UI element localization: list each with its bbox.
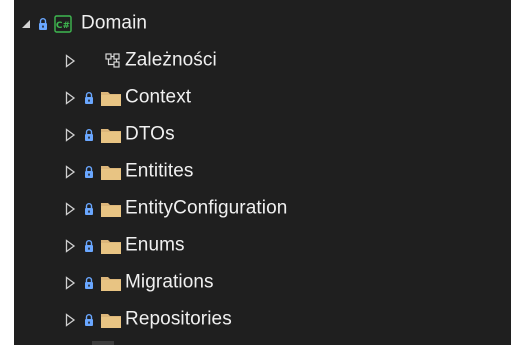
folder-name: Entitites bbox=[125, 160, 194, 182]
folder-icon bbox=[101, 165, 121, 180]
folder-name: EntityConfiguration bbox=[125, 197, 288, 219]
tree-item-folder[interactable]: Repositories bbox=[14, 301, 511, 338]
solution-explorer-screenshot: C# Domain Zależności Context DTOs Entiti… bbox=[0, 0, 511, 354]
folder-name: Enums bbox=[125, 234, 185, 256]
lock-icon bbox=[85, 165, 93, 178]
solution-explorer-tree: C# Domain Zależności Context DTOs Entiti… bbox=[14, 0, 511, 345]
expand-right-icon[interactable] bbox=[64, 164, 76, 179]
folder-icon bbox=[101, 313, 121, 328]
folder-icon bbox=[101, 276, 121, 291]
expand-right-icon[interactable] bbox=[64, 201, 76, 216]
lock-icon bbox=[85, 202, 93, 215]
folder-name: Migrations bbox=[125, 271, 214, 293]
lock-icon bbox=[39, 17, 47, 30]
expand-right-icon[interactable] bbox=[64, 127, 76, 142]
tree-item-dependencies[interactable]: Zależności bbox=[14, 42, 511, 79]
expand-right-icon[interactable] bbox=[64, 53, 76, 68]
dependencies-icon bbox=[105, 52, 120, 68]
csharp-project-icon: C# bbox=[54, 14, 72, 33]
tree-item-folder[interactable]: DTOs bbox=[14, 116, 511, 153]
folder-icon bbox=[101, 239, 121, 254]
tree-item-folder[interactable]: EntityConfiguration bbox=[14, 190, 511, 227]
lock-icon bbox=[85, 313, 93, 326]
lock-icon bbox=[85, 239, 93, 252]
expand-down-icon[interactable] bbox=[20, 17, 32, 31]
next-item-partial bbox=[92, 341, 114, 345]
lock-icon bbox=[85, 128, 93, 141]
dependencies-label: Zależności bbox=[125, 49, 217, 71]
folder-name: Repositories bbox=[125, 308, 232, 330]
lock-icon bbox=[85, 276, 93, 289]
folder-icon bbox=[101, 202, 121, 217]
lock-icon bbox=[85, 91, 93, 104]
svg-text:C#: C# bbox=[56, 21, 70, 31]
folder-icon bbox=[101, 91, 121, 106]
expand-right-icon[interactable] bbox=[64, 90, 76, 105]
expand-right-icon[interactable] bbox=[64, 275, 76, 290]
tree-item-folder[interactable]: Migrations bbox=[14, 264, 511, 301]
expand-right-icon[interactable] bbox=[64, 312, 76, 327]
tree-item-project-domain[interactable]: C# Domain bbox=[14, 5, 511, 42]
folder-icon bbox=[101, 128, 121, 143]
tree-item-folder[interactable]: Enums bbox=[14, 227, 511, 264]
folder-name: Context bbox=[125, 86, 192, 108]
tree-item-folder[interactable]: Context bbox=[14, 79, 511, 116]
folder-name: DTOs bbox=[125, 123, 175, 145]
expand-right-icon[interactable] bbox=[64, 238, 76, 253]
tree-item-folder[interactable]: Entitites bbox=[14, 153, 511, 190]
project-name: Domain bbox=[81, 12, 148, 34]
